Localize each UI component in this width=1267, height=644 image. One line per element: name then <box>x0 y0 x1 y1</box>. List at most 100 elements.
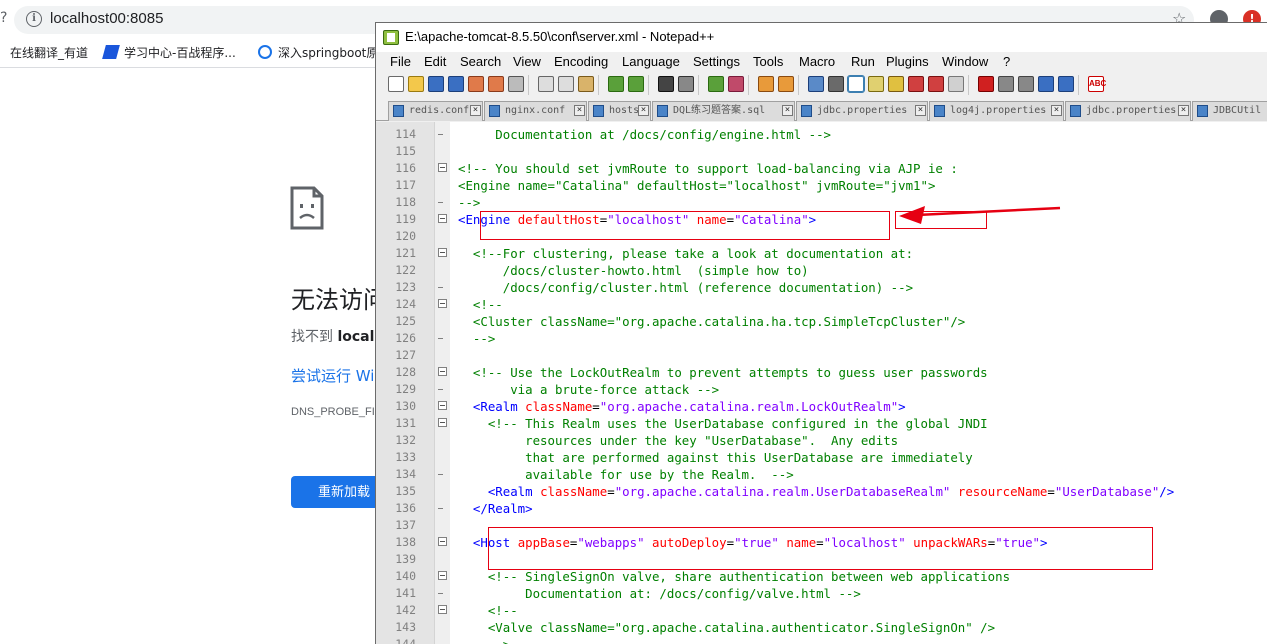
fold-toggle-icon[interactable] <box>438 367 447 376</box>
code-line[interactable]: 127 <box>376 347 1267 364</box>
tab-close-icon[interactable]: × <box>1178 105 1189 116</box>
code-line[interactable]: 133 that are performed against this User… <box>376 449 1267 466</box>
cut-icon[interactable] <box>538 76 554 92</box>
code-line[interactable]: 144 --> <box>376 636 1267 644</box>
menu-view[interactable]: View <box>513 54 541 69</box>
file-tab[interactable]: jdbc.properties × <box>1065 101 1191 121</box>
menu-tools[interactable]: Tools <box>753 54 783 69</box>
bookmark-springboot[interactable]: 深入springboot原 <box>258 44 378 61</box>
menu-plugins[interactable]: Plugins <box>886 54 929 69</box>
code-line[interactable]: 129 via a brute-force attack --> <box>376 381 1267 398</box>
tab-close-icon[interactable]: × <box>1051 105 1062 116</box>
code-line[interactable]: 126 --> <box>376 330 1267 347</box>
code-line[interactable]: 115 <box>376 143 1267 160</box>
indent-guide-icon[interactable] <box>847 75 865 93</box>
lang-icon[interactable] <box>868 76 884 92</box>
code-line[interactable]: 130 <Realm className="org.apache.catalin… <box>376 398 1267 415</box>
fold-toggle-icon[interactable] <box>438 248 447 257</box>
code-line[interactable]: 136 </Realm> <box>376 500 1267 517</box>
undo-icon[interactable] <box>608 76 624 92</box>
menu-encoding[interactable]: Encoding <box>554 54 608 69</box>
function-list-icon[interactable] <box>908 76 924 92</box>
fold-toggle-icon[interactable] <box>438 605 447 614</box>
show-all-chars-icon[interactable] <box>828 76 844 92</box>
folder-workspace-icon[interactable] <box>928 76 944 92</box>
tab-close-icon[interactable]: × <box>915 105 926 116</box>
code-line[interactable]: 114 Documentation at /docs/config/engine… <box>376 126 1267 143</box>
fold-toggle-icon[interactable] <box>438 299 447 308</box>
tab-close-icon[interactable]: × <box>782 105 793 116</box>
fold-toggle-icon[interactable] <box>438 401 447 410</box>
monitor-icon[interactable] <box>948 76 964 92</box>
fold-toggle-icon[interactable] <box>438 214 447 223</box>
fold-toggle-icon[interactable] <box>438 571 447 580</box>
menu-search[interactable]: Search <box>460 54 501 69</box>
stop-macro-icon[interactable] <box>998 76 1014 92</box>
code-line[interactable]: 143 <Valve className="org.apache.catalin… <box>376 619 1267 636</box>
menu-run[interactable]: Run <box>851 54 875 69</box>
file-tab[interactable]: jdbc.properties × <box>796 101 928 121</box>
code-line[interactable]: 116 <!-- You should set jvmRoute to suppo… <box>376 160 1267 177</box>
sync-vertical-icon[interactable] <box>758 76 774 92</box>
save-macro-icon[interactable] <box>1058 76 1074 92</box>
fold-toggle-icon[interactable] <box>438 163 447 172</box>
close-all-icon[interactable] <box>488 76 504 92</box>
menu-language[interactable]: Language <box>622 54 680 69</box>
close-icon[interactable] <box>468 76 484 92</box>
bookmark-bjsxt[interactable]: 学习中心-百战程序... <box>102 44 236 61</box>
diagnostics-link[interactable]: 尝试运行 Wi <box>291 365 374 386</box>
zoom-out-icon[interactable] <box>728 76 744 92</box>
code-line[interactable]: 121 <!--For clustering, please take a lo… <box>376 245 1267 262</box>
file-tab[interactable]: hosts × <box>588 101 651 121</box>
run-macro-multiple-icon[interactable] <box>1038 76 1054 92</box>
zoom-in-icon[interactable] <box>708 76 724 92</box>
reload-button[interactable]: 重新加载 <box>291 476 381 508</box>
sync-horizontal-icon[interactable] <box>778 76 794 92</box>
code-line[interactable]: 141 Documentation at: /docs/config/valve… <box>376 585 1267 602</box>
code-line[interactable]: 124 <!-- <box>376 296 1267 313</box>
fold-toggle-icon[interactable] <box>438 418 447 427</box>
menu-settings[interactable]: Settings <box>693 54 740 69</box>
paste-icon[interactable] <box>578 76 594 92</box>
print-icon[interactable] <box>508 76 524 92</box>
new-file-icon[interactable] <box>388 76 404 92</box>
record-macro-icon[interactable] <box>978 76 994 92</box>
code-line[interactable]: 118 --> <box>376 194 1267 211</box>
code-line[interactable]: 132 resources under the key "UserDatabas… <box>376 432 1267 449</box>
word-wrap-icon[interactable] <box>808 76 824 92</box>
file-tab[interactable]: DQL练习题答案.sql × <box>652 101 795 121</box>
find-icon[interactable] <box>658 76 674 92</box>
save-icon[interactable] <box>428 76 444 92</box>
tab-close-icon[interactable]: × <box>638 105 649 116</box>
code-line[interactable]: 142 <!-- <box>376 602 1267 619</box>
code-line[interactable]: 128 <!-- Use the LockOutRealm to prevent… <box>376 364 1267 381</box>
tab-close-icon[interactable]: × <box>470 105 481 116</box>
back-button-fragment[interactable]: ? <box>0 10 7 26</box>
replace-icon[interactable] <box>678 76 694 92</box>
code-line[interactable]: 135 <Realm className="org.apache.catalin… <box>376 483 1267 500</box>
menu-window[interactable]: Window <box>942 54 988 69</box>
code-line[interactable]: 125 <Cluster className="org.apache.catal… <box>376 313 1267 330</box>
copy-icon[interactable] <box>558 76 574 92</box>
code-line[interactable]: 131 <!-- This Realm uses the UserDatabas… <box>376 415 1267 432</box>
code-line[interactable]: 123 /docs/config/cluster.html (reference… <box>376 279 1267 296</box>
play-macro-icon[interactable] <box>1018 76 1034 92</box>
url-text[interactable]: localhost00:8085 <box>50 10 163 27</box>
tab-close-icon[interactable]: × <box>574 105 585 116</box>
info-icon[interactable]: i <box>26 11 42 27</box>
doc-map-icon[interactable] <box>888 76 904 92</box>
file-tab[interactable]: redis.conf × <box>388 101 483 121</box>
menu-help[interactable]: ? <box>1003 54 1010 69</box>
file-tab[interactable]: nginx.conf × <box>484 101 587 121</box>
fold-toggle-icon[interactable] <box>438 537 447 546</box>
code-line[interactable]: 117 <Engine name="Catalina" defaultHost="… <box>376 177 1267 194</box>
open-file-icon[interactable] <box>408 76 424 92</box>
menu-edit[interactable]: Edit <box>424 54 446 69</box>
save-all-icon[interactable] <box>448 76 464 92</box>
bookmark-youdao[interactable]: 在线翻译_有道 <box>10 44 88 61</box>
file-tab[interactable]: log4j.properties × <box>929 101 1064 121</box>
code-line[interactable]: 134 available for use by the Realm. --> <box>376 466 1267 483</box>
menu-file[interactable]: File <box>390 54 411 69</box>
code-line[interactable]: 140 <!-- SingleSignOn valve, share authe… <box>376 568 1267 585</box>
menu-macro[interactable]: Macro <box>799 54 835 69</box>
